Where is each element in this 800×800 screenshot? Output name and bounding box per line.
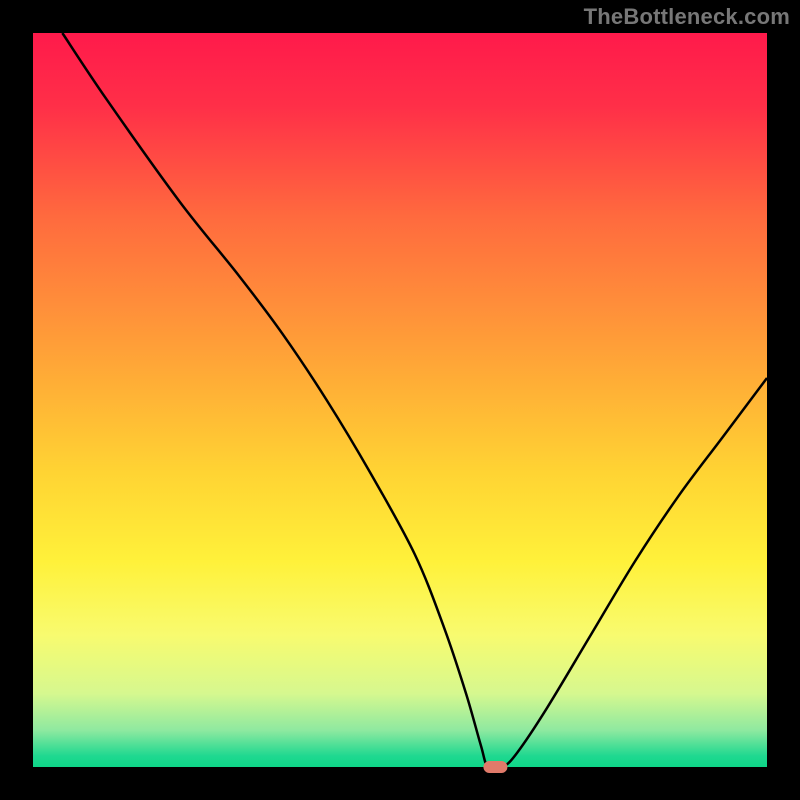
bottleneck-chart [0, 0, 800, 800]
plot-area [33, 33, 767, 767]
optimal-point-marker [483, 761, 507, 773]
watermark-text: TheBottleneck.com [584, 4, 790, 30]
chart-stage: TheBottleneck.com [0, 0, 800, 800]
